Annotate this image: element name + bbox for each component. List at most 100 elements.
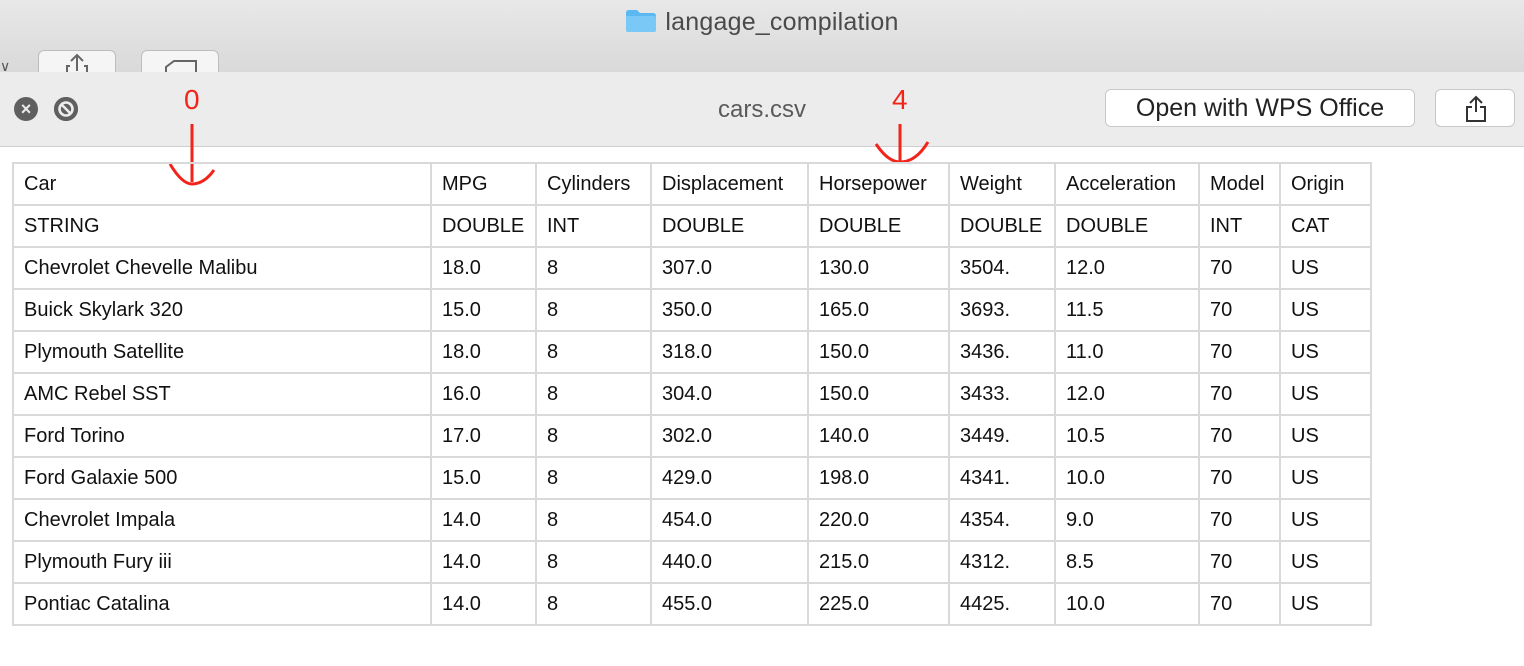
table-type-row: STRING DOUBLE INT DOUBLE DOUBLE DOUBLE DOUBLE I… xyxy=(12,204,1372,248)
table-cell: 8 xyxy=(535,582,652,626)
table-cell: 15.0 xyxy=(430,288,537,332)
table-row: Plymouth Satellite 18.0 8 318.0 150.0 3436. 11… xyxy=(12,330,1372,374)
table-cell: INT xyxy=(535,204,652,248)
table-cell: 215.0 xyxy=(807,540,950,584)
table-cell: 3433. xyxy=(948,372,1056,416)
table-cell: 8 xyxy=(535,456,652,500)
table-cell: Acceleration xyxy=(1054,162,1200,206)
table-cell: 429.0 xyxy=(650,456,809,500)
table-cell: 3449. xyxy=(948,414,1056,458)
table-cell: 140.0 xyxy=(807,414,950,458)
table-cell: Pontiac Catalina xyxy=(12,582,432,626)
table-cell: 70 xyxy=(1198,246,1281,290)
table-cell: 150.0 xyxy=(807,372,950,416)
table-cell: Ford Galaxie 500 xyxy=(12,456,432,500)
table-cell: DOUBLE xyxy=(1054,204,1200,248)
share-icon xyxy=(1466,95,1486,122)
table-cell: US xyxy=(1279,456,1372,500)
table-cell: 8 xyxy=(535,288,652,332)
table-cell: 14.0 xyxy=(430,540,537,584)
table-cell: 220.0 xyxy=(807,498,950,542)
table-header-row: Car MPG Cylinders Displacement Horsepower Wei… xyxy=(12,162,1372,206)
table-cell: 455.0 xyxy=(650,582,809,626)
table-cell: 8 xyxy=(535,330,652,374)
table-cell: 454.0 xyxy=(650,498,809,542)
finder-title-text: langage_compilation xyxy=(665,8,899,36)
table-cell: 15.0 xyxy=(430,456,537,500)
table-cell: US xyxy=(1279,540,1372,584)
table-cell: 10.0 xyxy=(1054,456,1200,500)
table-cell: US xyxy=(1279,288,1372,332)
table-cell: 12.0 xyxy=(1054,372,1200,416)
table-cell: Weight xyxy=(948,162,1056,206)
table-cell: 304.0 xyxy=(650,372,809,416)
table-cell: Model xyxy=(1198,162,1281,206)
table-row: Plymouth Fury iii 14.0 8 440.0 215.0 4312. 8.5… xyxy=(12,540,1372,584)
table-cell: 9.0 xyxy=(1054,498,1200,542)
open-with-wps-button[interactable]: Open with WPS Office xyxy=(1105,89,1415,127)
table-cell: 8 xyxy=(535,540,652,584)
table-cell: 307.0 xyxy=(650,246,809,290)
table-cell: 4425. xyxy=(948,582,1056,626)
table-row: Buick Skylark 320 15.0 8 350.0 165.0 3693. 11.… xyxy=(12,288,1372,332)
table-row: Ford Galaxie 500 15.0 8 429.0 198.0 4341. 10.0… xyxy=(12,456,1372,500)
table-cell: Displacement xyxy=(650,162,809,206)
table-cell: STRING xyxy=(12,204,432,248)
table-cell: 70 xyxy=(1198,582,1281,626)
table-cell: US xyxy=(1279,414,1372,458)
table-cell: 4341. xyxy=(948,456,1056,500)
table-cell: 198.0 xyxy=(807,456,950,500)
table-cell: 4354. xyxy=(948,498,1056,542)
table-cell: 18.0 xyxy=(430,246,537,290)
annotation-label-0: 0 xyxy=(184,84,200,115)
table-cell: INT xyxy=(1198,204,1281,248)
table-cell: 8 xyxy=(535,372,652,416)
table-cell: Ford Torino xyxy=(12,414,432,458)
table-cell: 302.0 xyxy=(650,414,809,458)
table-cell: US xyxy=(1279,372,1372,416)
table-cell: 70 xyxy=(1198,414,1281,458)
csv-table: Car MPG Cylinders Displacement Horsepower Wei… xyxy=(12,162,1372,626)
table-cell: 70 xyxy=(1198,288,1281,332)
table-cell: AMC Rebel SST xyxy=(12,372,432,416)
table-cell: 4312. xyxy=(948,540,1056,584)
table-cell: US xyxy=(1279,246,1372,290)
table-cell: 11.5 xyxy=(1054,288,1200,332)
table-cell: 8 xyxy=(535,498,652,542)
table-cell: 318.0 xyxy=(650,330,809,374)
table-cell: 70 xyxy=(1198,540,1281,584)
table-row: Chevrolet Impala 14.0 8 454.0 220.0 4354. 9.0 7… xyxy=(12,498,1372,542)
table-cell: 70 xyxy=(1198,372,1281,416)
table-cell: Plymouth Satellite xyxy=(12,330,432,374)
table-cell: 10.0 xyxy=(1054,582,1200,626)
table-cell: US xyxy=(1279,498,1372,542)
table-cell: Chevrolet Impala xyxy=(12,498,432,542)
finder-toolbar: langage_compilation ∨ xyxy=(0,0,1524,82)
table-cell: DOUBLE xyxy=(948,204,1056,248)
table-row: AMC Rebel SST 16.0 8 304.0 150.0 3433. 12.0 70 U… xyxy=(12,372,1372,416)
table-cell: CAT xyxy=(1279,204,1372,248)
table-cell: Origin xyxy=(1279,162,1372,206)
table-cell: Cylinders xyxy=(535,162,652,206)
table-row: Chevrolet Chevelle Malibu 18.0 8 307.0 130.0… xyxy=(12,246,1372,290)
table-cell: 18.0 xyxy=(430,330,537,374)
table-cell: Car xyxy=(12,162,432,206)
table-cell: 3436. xyxy=(948,330,1056,374)
table-cell: 8.5 xyxy=(1054,540,1200,584)
annotation-label-4: 4 xyxy=(892,84,908,115)
table-cell: 8 xyxy=(535,246,652,290)
share-button[interactable] xyxy=(1435,89,1515,127)
table-cell: 3504. xyxy=(948,246,1056,290)
table-cell: 350.0 xyxy=(650,288,809,332)
table-cell: 70 xyxy=(1198,456,1281,500)
table-cell: 12.0 xyxy=(1054,246,1200,290)
table-row: Ford Torino 17.0 8 302.0 140.0 3449. 10.5 70 US xyxy=(12,414,1372,458)
table-cell: 16.0 xyxy=(430,372,537,416)
table-cell: DOUBLE xyxy=(650,204,809,248)
table-cell: 165.0 xyxy=(807,288,950,332)
table-cell: DOUBLE xyxy=(430,204,537,248)
table-cell: 70 xyxy=(1198,330,1281,374)
table-cell: DOUBLE xyxy=(807,204,950,248)
table-cell: 3693. xyxy=(948,288,1056,332)
table-cell: 10.5 xyxy=(1054,414,1200,458)
